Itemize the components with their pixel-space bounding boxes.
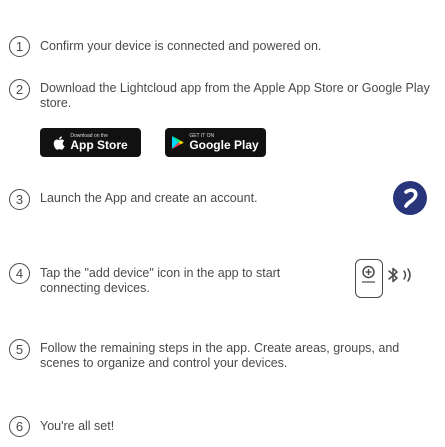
step-number-3: 3 — [9, 189, 30, 210]
step-5-text: Follow the remaining steps in the app. C… — [40, 341, 400, 370]
step-2-text: Download the Lightcloud app from the App… — [40, 81, 430, 110]
add-device-icon — [355, 259, 383, 298]
step-6-text: You're all set! — [40, 419, 115, 433]
step-4-text: Tap the "add device" icon in the app to … — [40, 266, 281, 295]
store-badges: Download on the App Store GET IT ON Goog… — [40, 128, 266, 157]
step-3-text: Launch the App and create an account. — [40, 191, 258, 205]
google-play-label: Google Play — [189, 138, 259, 152]
google-play-badge[interactable]: GET IT ON Google Play — [165, 128, 266, 157]
step-number-2: 2 — [9, 79, 30, 100]
apple-icon — [54, 135, 65, 150]
step-number-4: 4 — [9, 263, 30, 284]
bluetooth-icon — [388, 267, 398, 283]
google-play-icon — [172, 136, 184, 149]
app-store-label: App Store — [70, 138, 128, 152]
step-number-1: 1 — [9, 36, 30, 57]
signal-waves-icon — [403, 268, 411, 282]
app-store-badge[interactable]: Download on the App Store — [40, 128, 141, 157]
step-number-6: 6 — [9, 416, 30, 437]
step-1-text: Confirm your device is connected and pow… — [40, 39, 322, 53]
lightcloud-logo-icon — [393, 181, 427, 215]
step-number-5: 5 — [9, 339, 30, 360]
